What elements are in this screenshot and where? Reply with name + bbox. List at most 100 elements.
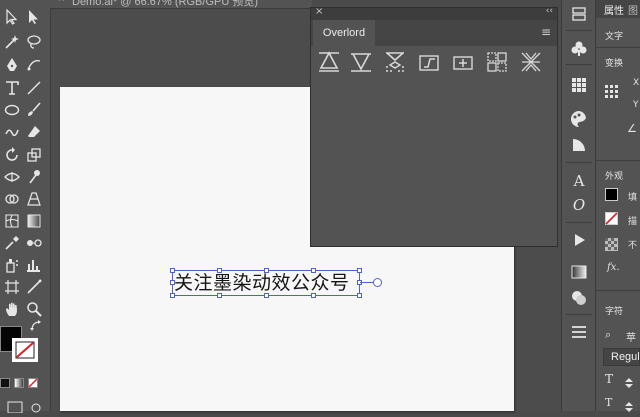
zoom-tool-icon[interactable]	[25, 300, 43, 318]
perspective-grid-tool-icon[interactable]	[25, 190, 43, 208]
cross-layers-icon[interactable]	[519, 50, 543, 74]
font-style-dropdown[interactable]: Regul	[603, 348, 640, 366]
scale-tool-icon[interactable]	[25, 146, 43, 164]
pull-from-ae-icon[interactable]	[349, 50, 373, 74]
section-divider	[596, 47, 640, 48]
pixel-snap-icon[interactable]	[383, 50, 407, 74]
selection-handle[interactable]	[264, 293, 269, 298]
actions-play-icon[interactable]	[570, 231, 588, 249]
paintbrush-tool-icon[interactable]	[25, 101, 43, 119]
blend-tool-icon[interactable]	[25, 234, 43, 252]
section-character-label: 字符	[605, 307, 624, 317]
push-to-ae-icon[interactable]	[317, 50, 341, 74]
panel-menu-icon[interactable]: ≡	[541, 25, 551, 39]
opacity-checker-icon[interactable]	[605, 236, 618, 251]
lasso-tool-icon[interactable]	[25, 33, 43, 51]
tab-partial[interactable]: 图	[628, 2, 638, 17]
font-family-field[interactable]: 苹	[626, 329, 636, 344]
color-themes-panel-icon[interactable]	[570, 110, 588, 128]
text-out-port[interactable]	[373, 278, 382, 287]
character-panel-icon[interactable]: A	[570, 172, 588, 190]
line-segment-tool-icon[interactable]	[25, 79, 43, 97]
selection-handle[interactable]	[357, 293, 362, 298]
selection-handle[interactable]	[217, 268, 222, 273]
color-mode-button[interactable]	[0, 378, 10, 388]
align-panel-icon[interactable]	[570, 323, 588, 341]
stroke-swatch[interactable]	[605, 212, 618, 225]
section-divider	[596, 160, 640, 161]
selection-handle[interactable]	[217, 293, 222, 298]
panel-collapse-icon[interactable]: ‹‹	[546, 6, 553, 16]
shape-builder-tool-icon[interactable]	[3, 190, 21, 208]
tab-properties[interactable]: 属性	[604, 2, 624, 17]
symbols-panel-icon[interactable]	[570, 40, 588, 58]
gradient-mode-button[interactable]	[14, 378, 24, 388]
tracking-stepper[interactable]	[624, 398, 634, 412]
layers-panel-icon[interactable]	[570, 6, 588, 24]
tools-panel	[0, 0, 51, 414]
tracking-icon[interactable]: T	[605, 396, 612, 409]
selection-handle[interactable]	[170, 268, 175, 273]
section-appearance-label: 外观	[605, 172, 624, 182]
direct-selection-tool-icon[interactable]	[25, 8, 43, 26]
eraser-tool-icon[interactable]	[25, 123, 43, 141]
add-layer-icon[interactable]	[451, 50, 475, 74]
hand-tool-icon[interactable]	[3, 300, 21, 318]
swatches-panel-icon[interactable]	[570, 76, 588, 94]
panel-dock: A O	[561, 0, 596, 411]
document-tab[interactable]: × Demo.ai* @ 66.67% (RGB/GPU 预览)	[50, 0, 312, 9]
properties-tab-bar: 属性 图	[596, 0, 640, 18]
selection-handle[interactable]	[311, 268, 316, 273]
width-tool-icon[interactable]	[3, 168, 21, 186]
pathfinder-panel-icon[interactable]	[570, 289, 588, 307]
font-size-stepper[interactable]	[624, 374, 634, 388]
glyphs-panel-icon[interactable]: O	[570, 196, 588, 214]
document-tab-title: Demo.ai* @ 66.67% (RGB/GPU 预览)	[72, 0, 258, 8]
none-mode-button[interactable]	[28, 378, 38, 388]
path-to-shape-icon[interactable]	[417, 50, 441, 74]
reference-point-icon[interactable]	[605, 84, 619, 98]
type-tool-icon[interactable]	[3, 79, 21, 97]
selection-handle[interactable]	[170, 293, 175, 298]
puppet-warp-tool-icon[interactable]	[25, 168, 43, 186]
mesh-tool-icon[interactable]	[3, 212, 21, 230]
slice-tool-icon[interactable]	[25, 278, 43, 296]
selection-handle[interactable]	[170, 280, 175, 285]
stroke-color-swatch[interactable]	[12, 338, 38, 362]
artboard-tool-icon[interactable]	[3, 278, 21, 296]
panel-close-icon[interactable]: ×	[315, 6, 323, 17]
gradient-panel-icon[interactable]	[570, 263, 588, 281]
magic-wand-tool-icon[interactable]	[3, 33, 21, 51]
symbol-sprayer-tool-icon[interactable]	[3, 256, 21, 274]
column-graph-tool-icon[interactable]	[25, 256, 43, 274]
fill-swatch[interactable]	[605, 188, 618, 201]
gradient-tool-icon[interactable]	[25, 212, 43, 230]
selection-handle[interactable]	[264, 268, 269, 273]
selection-handle[interactable]	[311, 293, 316, 298]
pen-tool-icon[interactable]	[3, 56, 21, 74]
artboard-text[interactable]: 关注墨染动效公众号	[174, 271, 350, 295]
transparency-panel-icon[interactable]	[570, 136, 588, 154]
screen-mode-button[interactable]	[6, 398, 42, 414]
font-size-icon[interactable]: T	[605, 372, 613, 386]
section-divider	[596, 290, 640, 291]
overlord-panel-header[interactable]: × ‹‹	[311, 6, 557, 20]
grid-split-icon[interactable]	[485, 50, 509, 74]
rotate-tool-icon[interactable]	[3, 146, 21, 164]
rotation-angle-icon[interactable]: ∠	[627, 122, 637, 135]
font-search-icon[interactable]: ⌕	[605, 328, 611, 342]
ellipse-tool-icon[interactable]	[3, 101, 21, 119]
effects-fx-icon[interactable]: fx.	[607, 262, 620, 273]
swap-fill-stroke-icon[interactable]	[30, 320, 42, 332]
selection-tool-icon[interactable]	[3, 8, 21, 26]
eyedropper-tool-icon[interactable]	[3, 234, 21, 252]
selection-handle[interactable]	[357, 268, 362, 273]
document-tab-close-icon[interactable]: ×	[58, 0, 64, 5]
curvature-tool-icon[interactable]	[25, 56, 43, 74]
dock-divider	[566, 222, 592, 223]
dock-divider	[566, 314, 592, 315]
selected-text-object[interactable]: 关注墨染动效公众号	[170, 268, 382, 298]
overlord-panel: × ‹‹ Overlord ≡	[310, 6, 558, 247]
shaper-tool-icon[interactable]	[3, 123, 21, 141]
tab-overlord[interactable]: Overlord	[313, 20, 375, 46]
